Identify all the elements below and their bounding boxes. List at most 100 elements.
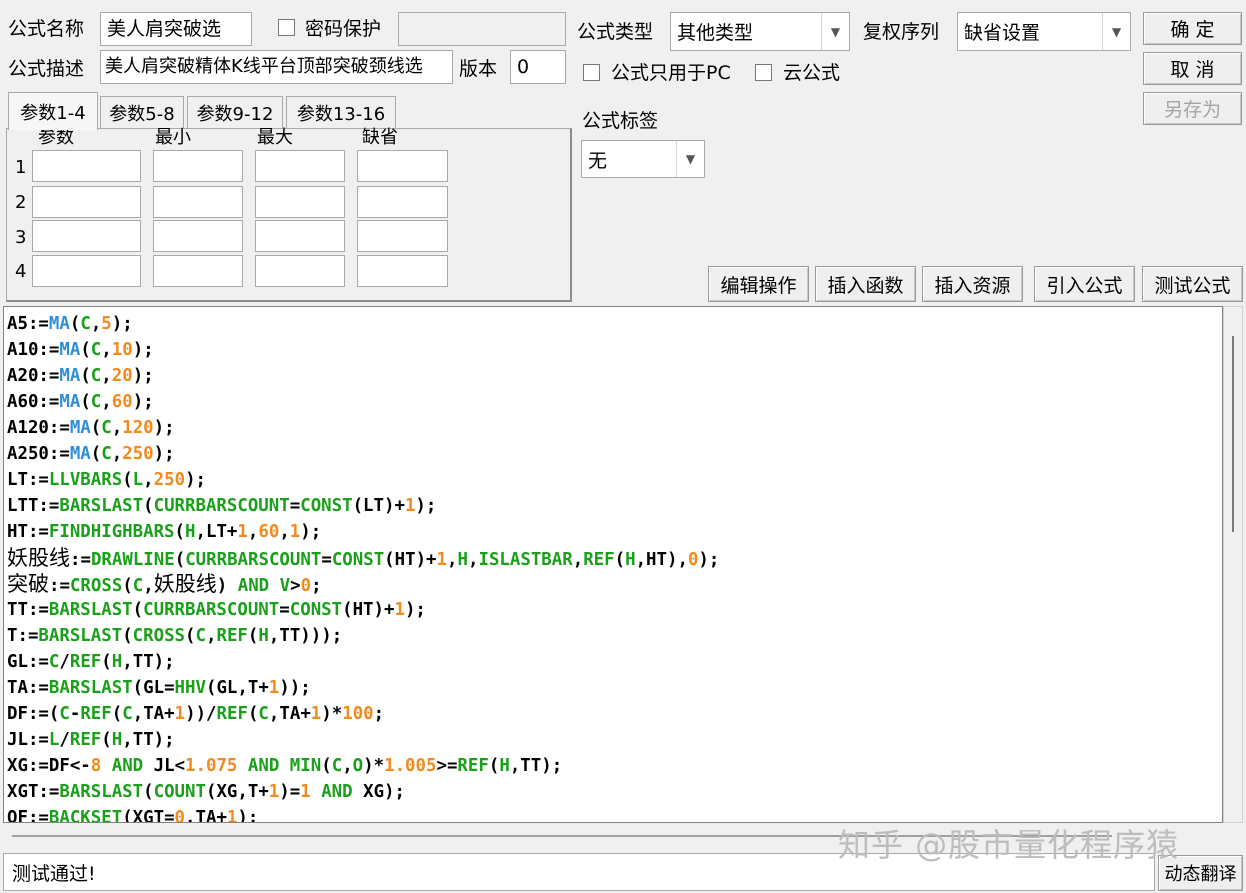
code-editor[interactable]: A5:=MA(C,5); A10:=MA(C,10); A20:=MA(C,20);… [3,306,1223,823]
code-token: ( [321,756,332,776]
code-token: H [499,756,510,776]
test-formula-button[interactable]: 测试公式 [1142,266,1243,302]
param-default-input[interactable] [357,150,448,182]
insert-function-button[interactable]: 插入函数 [815,266,916,302]
code-token: C [122,704,133,724]
code-line: DF:=(C-REF(C,TA+1))/REF(C,TA+1)*100; [7,701,719,727]
code-token: COUNT [153,782,206,802]
password-input[interactable] [398,12,566,46]
code-token: MA [48,314,70,334]
code-token: BARSLAST [48,678,133,698]
param-min-input[interactable] [153,220,243,252]
param-max-input[interactable] [255,150,345,182]
code-token: C [101,418,112,438]
code-token: OF:= [7,808,49,823]
cloud-checkbox[interactable] [755,64,772,81]
code-token: ( [90,418,102,438]
code-token: CURRBARSCOUNT [153,496,290,516]
code-token: 10 [111,340,133,360]
param-default-input[interactable] [357,255,448,287]
tab-params-9-12[interactable]: 参数9-12 [187,96,283,128]
code-token: ISLASTBAR [478,550,573,570]
code-token: , [247,522,259,542]
code-token: DRAWLINE [90,550,175,570]
code-token: )* [321,704,343,724]
cancel-button[interactable]: 取 消 [1143,52,1242,85]
param-name-input[interactable] [32,220,141,252]
param-max-input[interactable] [255,255,345,287]
code-token: BACKSET [48,808,123,823]
code-token: C [90,366,102,386]
code-token: MIN [289,756,322,776]
status-text: 测试通过! [12,862,96,885]
version-input[interactable]: 0 [510,50,566,84]
param-min-input[interactable] [153,150,243,182]
import-formula-button[interactable]: 引入公式 [1034,266,1135,302]
code-token: CURRBARSCOUNT [143,600,280,620]
code-token: 突破 [7,572,49,596]
code-token: A120:= [7,418,70,438]
tab-params-1-4[interactable]: 参数1-4 [8,92,98,130]
code-token: 1 [268,678,280,698]
code-line: A10:=MA(C,10); [7,337,719,363]
code-token: 1.005 [384,756,437,776]
code-token: , [111,418,123,438]
code-token: BARSLAST [48,600,133,620]
code-token: REF [216,626,248,646]
code-token: 1 [268,782,280,802]
code-token: L [132,470,144,490]
code-token: 60 [258,522,280,542]
code-token: H [258,626,269,646]
code-token: (LT)+ [352,496,405,516]
tab-params-5-8[interactable]: 参数5-8 [100,96,184,128]
insert-resource-button[interactable]: 插入资源 [922,266,1023,302]
edit-ops-button[interactable]: 编辑操作 [708,266,809,302]
formula-name-input[interactable]: 美人肩突破选 [100,12,252,46]
param-min-input[interactable] [153,186,243,218]
code-token: CONST [289,600,343,620]
code-token: GL:= [7,652,49,672]
code-line: XG:=DF<-8 AND JL<1.075 AND MIN(C,O)*1.00… [7,753,719,779]
code-token: AND [237,576,270,596]
code-token: ( [69,314,81,334]
param-col-header: 参数 [38,127,74,148]
save-as-button[interactable]: 另存为 [1143,92,1242,125]
tag-select[interactable]: 无 ▼ [581,140,705,178]
param-min-input[interactable] [153,255,243,287]
code-token: , [90,314,102,334]
code-token: (XGT= [122,808,175,823]
param-name-input[interactable] [32,186,141,218]
ok-button[interactable]: 确 定 [1143,12,1242,45]
code-token: C [80,314,91,334]
param-default-input[interactable] [357,186,448,218]
code-line: TA:=BARSLAST(GL=HHV(GL,T+1)); [7,675,719,701]
code-token: XGT:= [7,782,60,802]
code-token: 1 [174,704,186,724]
password-checkbox[interactable] [278,19,295,36]
code-line: A5:=MA(C,5); [7,311,719,337]
pc-only-checkbox[interactable] [583,64,600,81]
formula-desc-input[interactable]: 美人肩突破精体K线平台顶部突破颈线选 [100,50,453,84]
code-token: ,TT); [509,756,563,776]
code-token: ); [185,470,207,490]
code-token: CURRBARSCOUNT [185,550,322,570]
tab-params-13-16[interactable]: 参数13-16 [286,96,396,128]
code-token: A5:= [7,314,49,334]
param-name-input[interactable] [32,150,141,182]
code-token: ); [132,392,154,412]
code-token: ,LT+ [195,522,238,542]
code-line: 妖股线:=DRAWLINE(CURRBARSCOUNT=CONST(HT)+1,… [7,545,719,571]
rights-select[interactable]: 缺省设置 ▼ [957,12,1131,51]
param-max-input[interactable] [255,220,345,252]
param-max-input[interactable] [255,186,345,218]
scrollbar-thumb[interactable] [1232,336,1234,532]
formula-type-select[interactable]: 其他类型 ▼ [670,12,850,51]
code-token: , [447,550,458,570]
code-token: 120 [122,418,154,438]
param-name-input[interactable] [32,255,141,287]
param-default-input[interactable] [357,220,448,252]
code-token: 60 [111,392,133,412]
param-row-number: 2 [15,192,27,213]
code-token: ); [153,444,175,464]
